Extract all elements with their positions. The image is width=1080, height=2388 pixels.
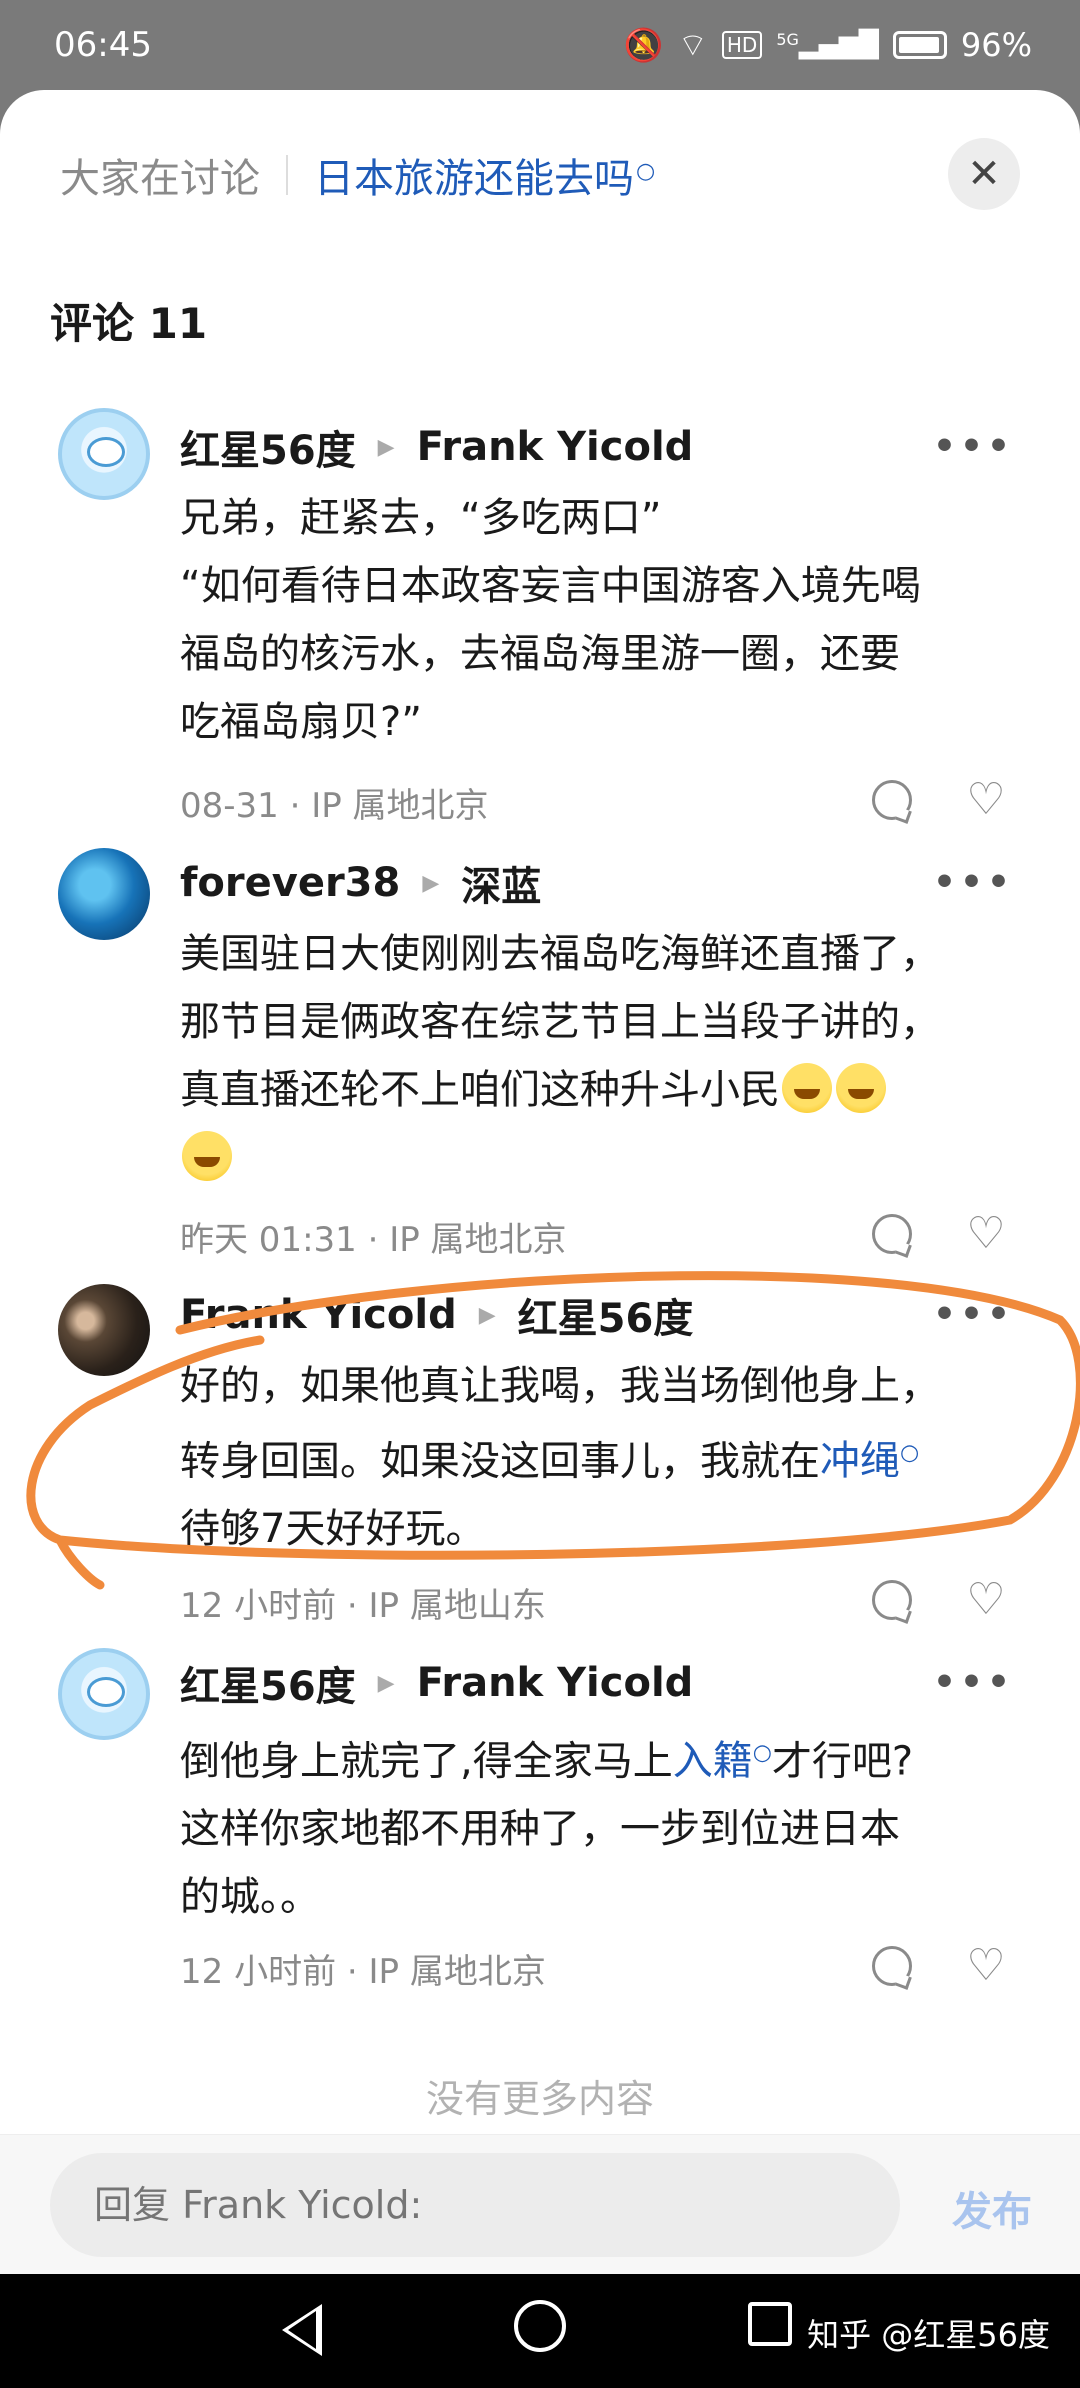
- comment-author[interactable]: 红星56度: [180, 418, 356, 476]
- like-heart-icon[interactable]: ♡: [964, 1578, 1008, 1622]
- like-heart-icon[interactable]: ♡: [964, 1944, 1008, 1988]
- search-icon: ○: [636, 158, 656, 184]
- hd-icon: HD: [721, 31, 763, 59]
- comment-body: 倒他身上就完了,得全家马上入籍○才行吧? 这样你家地都不用种了，一步到位进日本 …: [180, 1738, 914, 1921]
- comment-author[interactable]: 红星56度: [180, 1654, 356, 1712]
- recent-apps-icon[interactable]: [748, 2302, 792, 2346]
- reply-arrow-icon: ▶: [377, 1670, 395, 1696]
- status-icons: 🔕 ⌔ HD 5G▂▄▆█ 96%: [624, 25, 1032, 65]
- avatar[interactable]: [58, 1284, 150, 1376]
- comment-body: 好的，如果他真让我喝，我当场倒他身上， 转身回国。如果没这回事儿，我就在冲绳○ …: [180, 1363, 940, 1553]
- reply-comment-icon[interactable]: [872, 1214, 912, 1254]
- status-time: 06:45: [54, 25, 152, 65]
- avatar[interactable]: [58, 408, 150, 500]
- reply-comment-icon[interactable]: [872, 1946, 912, 1986]
- more-options-icon[interactable]: •••: [933, 1294, 1014, 1335]
- battery-percent: 96%: [960, 26, 1032, 64]
- like-heart-icon[interactable]: ♡: [964, 1212, 1008, 1256]
- avatar[interactable]: [58, 848, 150, 940]
- comment-meta: forever38 ▶ 深蓝: [180, 854, 541, 912]
- signal-icon: 5G▂▄▆█: [776, 30, 879, 60]
- reply-arrow-icon: ▶: [422, 870, 440, 896]
- laugh-cry-emoji-icon: [836, 1063, 886, 1113]
- search-icon: ○: [900, 1441, 920, 1466]
- reply-to-user[interactable]: 红星56度: [518, 1286, 694, 1344]
- close-button[interactable]: ✕: [948, 138, 1020, 210]
- comment-meta: 红星56度 ▶ Frank Yicold: [180, 418, 693, 476]
- reply-comment-icon[interactable]: [872, 1580, 912, 1620]
- battery-icon: [892, 31, 947, 59]
- comment-meta: 红星56度 ▶ Frank Yicold: [180, 1654, 693, 1712]
- discussion-topic-bar: 大家在讨论 日本旅游还能去吗○: [60, 146, 655, 204]
- reply-arrow-icon: ▶: [377, 434, 395, 460]
- close-icon: ✕: [967, 151, 1001, 197]
- comment-time-ip: 12 小时前 · IP 属地山东: [180, 1586, 546, 1626]
- mute-icon: 🔕: [623, 26, 664, 64]
- comment-time-ip: 08-31 · IP 属地北京: [180, 786, 489, 826]
- system-nav-bar: 知乎 @红星56度: [0, 2274, 1080, 2388]
- reply-to-user[interactable]: Frank Yicold: [417, 424, 694, 470]
- status-bar: 06:45 🔕 ⌔ HD 5G▂▄▆█ 96%: [0, 0, 1080, 90]
- avatar[interactable]: [58, 1648, 150, 1740]
- more-options-icon[interactable]: •••: [933, 426, 1014, 467]
- no-more-content: 没有更多内容: [425, 2077, 654, 2121]
- comment-meta: Frank Yicold ▶ 红星56度: [180, 1286, 693, 1344]
- watermark: 知乎 @红星56度: [807, 2316, 1050, 2354]
- comment-time-ip: 昨天 01:31 · IP 属地北京: [180, 1220, 567, 1260]
- back-icon[interactable]: [282, 2304, 322, 2356]
- comment-body: 美国驻日大使刚刚去福岛吃海鲜还直播了， 那节目是俩政客在综艺节目上当段子讲的， …: [180, 920, 1030, 1192]
- reply-arrow-icon: ▶: [478, 1302, 496, 1328]
- reply-bar: 发布: [0, 2134, 1080, 2274]
- comment-author[interactable]: Frank Yicold: [180, 1292, 457, 1338]
- inline-search-link[interactable]: 冲绳○: [820, 1438, 919, 1484]
- reply-comment-icon[interactable]: [872, 780, 912, 820]
- home-icon[interactable]: [514, 2300, 566, 2352]
- search-icon: ○: [752, 1741, 772, 1766]
- reply-to-user[interactable]: Frank Yicold: [417, 1660, 694, 1706]
- topic-link[interactable]: 日本旅游还能去吗○: [314, 146, 655, 204]
- more-options-icon[interactable]: •••: [933, 862, 1014, 903]
- divider: [286, 155, 288, 195]
- wifi-icon: ⌔: [677, 26, 708, 64]
- comment-author[interactable]: forever38: [180, 860, 400, 906]
- inline-search-link[interactable]: 入籍○: [673, 1738, 772, 1784]
- publish-button[interactable]: 发布: [952, 2179, 1032, 2237]
- comment-time-ip: 12 小时前 · IP 属地北京: [180, 1952, 546, 1992]
- laugh-cry-emoji-icon: [182, 1131, 232, 1181]
- reply-to-user[interactable]: 深蓝: [461, 854, 541, 912]
- like-heart-icon[interactable]: ♡: [964, 778, 1008, 822]
- more-options-icon[interactable]: •••: [933, 1662, 1014, 1703]
- comments-sheet: 大家在讨论 日本旅游还能去吗○ ✕ 评论 11 红星56度 ▶ Frank Yi…: [0, 90, 1080, 2274]
- topic-prefix: 大家在讨论: [60, 156, 260, 202]
- comment-body: 兄弟，赶紧去，“多吃两口” “如何看待日本政客妄言中国游客入境先喝 福岛的核污水…: [180, 495, 921, 745]
- laugh-cry-emoji-icon: [782, 1063, 832, 1113]
- reply-input[interactable]: [50, 2153, 900, 2257]
- comments-count-title: 评论 11: [50, 299, 208, 348]
